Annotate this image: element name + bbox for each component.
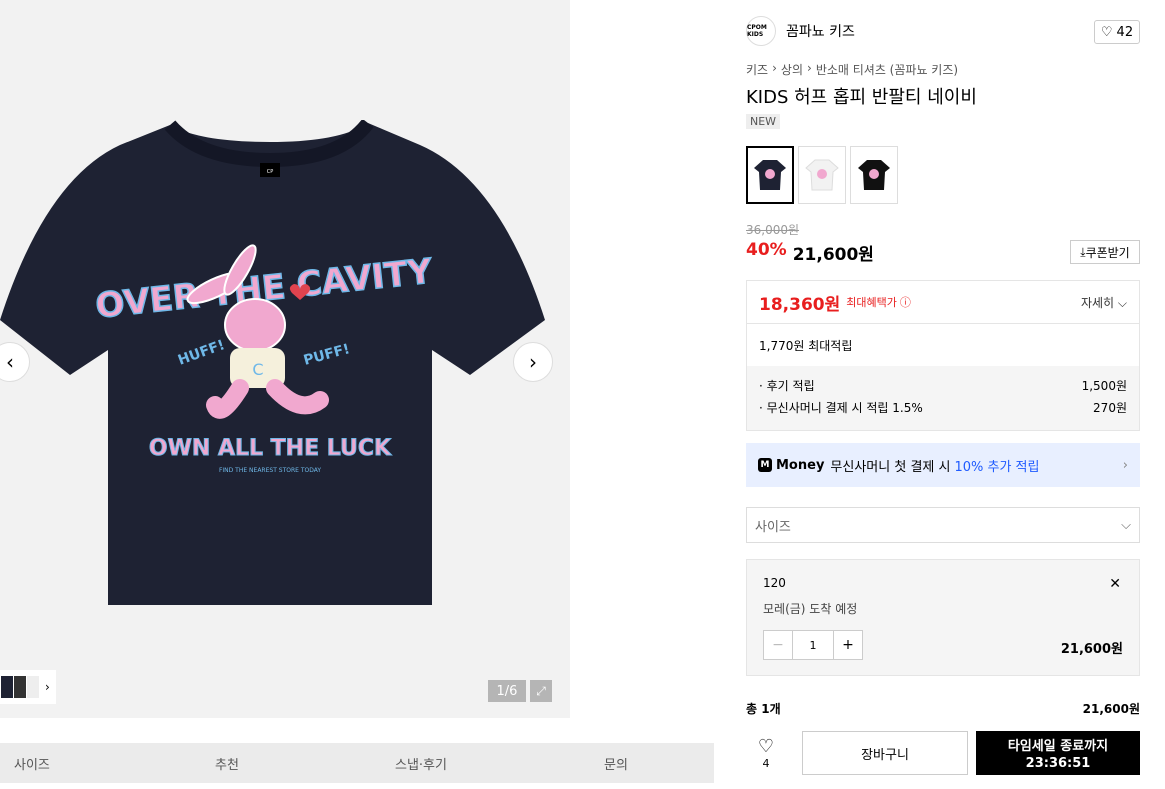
buy-button-label: 타임세일 종료까지 (1007, 739, 1109, 754)
points-line: · 무신사머니 결제 시 적립 1.5% 270원 (759, 396, 1127, 418)
chevron-left-icon: ‹ (6, 350, 14, 374)
tab-recommend[interactable]: 추천 (215, 754, 239, 773)
coupon-label: 쿠폰받기 (1085, 245, 1130, 260)
arrival-estimate: 모레(금) 도착 예정 (763, 602, 858, 616)
sale-price: 21,600원 (792, 245, 874, 265)
points-line-label: · 무신사머니 결제 시 적립 1.5% (759, 400, 923, 415)
chevron-right-icon[interactable]: › (45, 680, 50, 694)
points-line-value: 1,500원 (1081, 378, 1127, 393)
discount-rate: 40% (746, 240, 787, 260)
detail-toggle[interactable]: 자세히 ⌵ (1081, 294, 1127, 311)
sale-countdown: 23:36:51 (1025, 756, 1091, 771)
max-benefit-price: 18,360원 (759, 294, 841, 315)
points-line-label: · 후기 적립 (759, 378, 815, 393)
print-small-text: FIND THE NEAREST STORE TODAY (219, 467, 321, 474)
tshirt-collar (164, 120, 374, 168)
total-value: 21,600원 (1082, 702, 1140, 716)
tab-size[interactable]: 사이즈 (14, 754, 50, 773)
coupon-button[interactable]: ⤓ 쿠폰받기 (1070, 240, 1140, 264)
swatch-navy[interactable] (746, 146, 794, 204)
tab-snap-review[interactable]: 스냅·후기 (395, 754, 447, 773)
option-price: 21,600원 (1060, 642, 1123, 657)
product-info-panel: CPOM KIDS 꼼파뇨 키즈 ♡ 42 키즈 › 상의 › 반소매 티셔츠 … (730, 0, 1155, 789)
money-desc: 무신사머니 첫 결제 시 (830, 459, 951, 475)
fullscreen-button[interactable]: ⤢ (530, 680, 552, 702)
tab-inquiry[interactable]: 문의 (604, 754, 628, 773)
breadcrumb-item[interactable]: 상의 (781, 61, 803, 78)
decrease-button[interactable]: − (763, 630, 793, 660)
svg-text:CP: CP (267, 169, 274, 175)
points-summary: 1,770원 최대적립 (759, 338, 853, 353)
quantity-value[interactable]: 1 (793, 630, 833, 660)
option-name: 120 (763, 576, 786, 590)
size-select-placeholder: 사이즈 (755, 519, 791, 535)
wish-count: 4 (762, 757, 770, 770)
breadcrumb-item[interactable]: 키즈 (746, 61, 768, 78)
chevron-down-icon: ⌵ (1117, 295, 1127, 310)
money-banner[interactable]: M Money 무신사머니 첫 결제 시 10% 추가 적립 › (746, 443, 1140, 487)
chevron-right-icon: › (772, 61, 777, 75)
gallery-next-button[interactable]: › (513, 342, 553, 382)
rabbit-head (224, 298, 286, 352)
size-select[interactable]: 사이즈 ⌵ (746, 507, 1140, 543)
points-line-value: 270원 (1093, 400, 1127, 415)
quantity-stepper: − 1 + (763, 630, 863, 660)
total-row: 총 1개 21,600원 (746, 700, 1140, 717)
money-logo-icon: M (758, 458, 772, 472)
cart-button[interactable]: 장바구니 (802, 731, 968, 775)
original-price: 36,000원 (746, 223, 800, 237)
chevron-right-icon: › (807, 61, 812, 75)
swatch-black[interactable] (850, 146, 898, 204)
chevron-down-icon: ⌵ (1121, 517, 1131, 533)
product-image: CP OVER THE CAVITY C HUFF! PUFF! OWN ALL… (0, 120, 545, 605)
price-row: 40% 21,600원 (746, 240, 874, 265)
wishlist-button[interactable]: ♡ 4 (746, 736, 786, 770)
heart-icon: ♡ (1100, 24, 1113, 40)
points-detail: · 후기 적립 1,500원 · 무신사머니 결제 시 적립 1.5% 270원 (747, 366, 1139, 430)
brand-link[interactable]: CPOM KIDS 꼼파뇨 키즈 (746, 16, 855, 46)
info-icon[interactable]: ⓘ (900, 294, 911, 310)
thumbnail[interactable] (14, 676, 26, 698)
chevron-right-icon: › (1122, 457, 1128, 473)
product-page: CP OVER THE CAVITY C HUFF! PUFF! OWN ALL… (0, 0, 1165, 789)
expand-icon: ⤢ (536, 683, 546, 698)
money-title: Money (776, 457, 825, 473)
increase-button[interactable]: + (833, 630, 863, 660)
close-icon[interactable]: ✕ (1109, 576, 1121, 592)
print-bottom-text: OWN ALL THE LUCK (149, 436, 392, 461)
benefit-box: 18,360원 최대혜택가 ⓘ 자세히 ⌵ 1,770원 최대적립 · 후기 적… (746, 280, 1140, 431)
product-title: KIDS 허프 홉피 반팔티 네이비 (746, 87, 977, 108)
thumbnail[interactable] (1, 676, 13, 698)
brand-logo: CPOM KIDS (746, 16, 776, 46)
selected-option: 120 ✕ 모레(금) 도착 예정 − 1 + 21,600원 (746, 559, 1140, 676)
max-benefit-row: 18,360원 최대혜택가 ⓘ 자세히 ⌵ (747, 281, 1139, 324)
max-benefit-label: 최대혜택가 (846, 296, 897, 309)
thumbnail-strip[interactable]: › (0, 670, 56, 704)
image-counter: 1/6 (488, 680, 526, 702)
heart-icon: ♡ (757, 736, 775, 757)
brand-name: 꼼파뇨 키즈 (786, 24, 855, 40)
buy-button[interactable]: 타임세일 종료까지 23:36:51 (976, 731, 1140, 775)
like-count: 42 (1116, 24, 1134, 40)
product-gallery: CP OVER THE CAVITY C HUFF! PUFF! OWN ALL… (0, 0, 570, 718)
color-swatches (746, 146, 898, 204)
total-label: 총 1개 (746, 702, 781, 716)
money-highlight: 10% 추가 적립 (954, 459, 1040, 475)
new-badge: NEW (746, 114, 781, 129)
swatch-white[interactable] (798, 146, 846, 204)
like-button[interactable]: ♡ 42 (1094, 20, 1140, 44)
detail-tab-bar: 사이즈 추천 스냅·후기 문의 (0, 743, 714, 783)
chevron-right-icon: › (529, 350, 537, 374)
detail-label: 자세히 (1080, 295, 1115, 310)
breadcrumb-item[interactable]: 반소매 티셔츠 (꼼파뇨 키즈) (816, 61, 958, 78)
purchase-bar: ♡ 4 장바구니 타임세일 종료까지 23:36:51 (746, 730, 1140, 776)
svg-text:C: C (252, 360, 263, 379)
thumbnail[interactable] (27, 676, 39, 698)
points-line: · 후기 적립 1,500원 (759, 374, 1127, 396)
breadcrumb: 키즈 › 상의 › 반소매 티셔츠 (꼼파뇨 키즈) (746, 61, 958, 78)
